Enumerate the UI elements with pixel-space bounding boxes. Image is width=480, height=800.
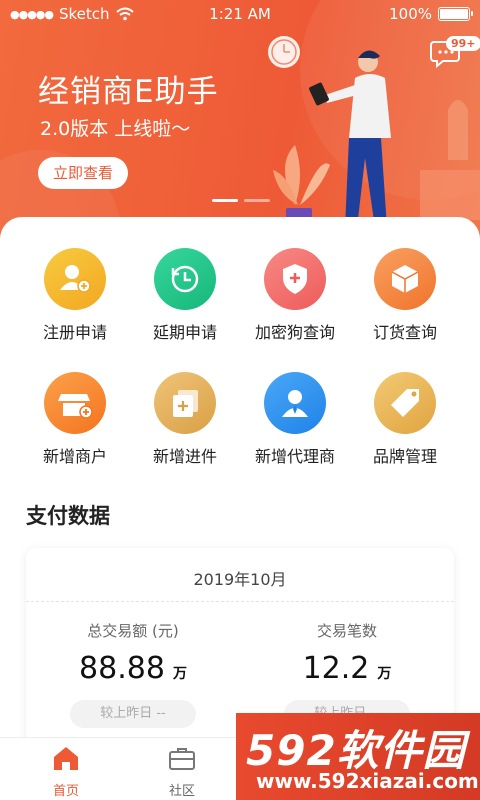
tab-label: 社区 bbox=[168, 784, 195, 799]
payment-date[interactable]: 2019年10月 bbox=[26, 566, 454, 590]
briefcase-icon bbox=[169, 748, 195, 770]
stat-compare: 较上昨日 -- bbox=[70, 700, 196, 728]
stat-unit: 万 bbox=[172, 666, 187, 682]
message-badge: 99+ bbox=[446, 36, 480, 51]
function-order-query[interactable]: 订货查询 bbox=[345, 248, 465, 343]
tab-home[interactable]: 首页 bbox=[6, 744, 126, 799]
function-label: 新增代理商 bbox=[254, 447, 335, 466]
doc-add-icon bbox=[154, 372, 216, 434]
function-add-application[interactable]: 新增进件 bbox=[125, 372, 245, 467]
total-amount-stat: 总交易额 (元) 88.88 万 较上昨日 -- bbox=[26, 620, 240, 728]
count-value: 12.2 bbox=[302, 651, 370, 686]
transaction-count-stat: 交易笔数 12.2万 较上昨日 -- bbox=[240, 620, 454, 728]
function-add-merchant[interactable]: 新增商户 bbox=[15, 372, 135, 467]
function-label: 注册申请 bbox=[42, 323, 107, 342]
carousel-dot[interactable] bbox=[212, 199, 238, 202]
status-bar: ●●●●● Sketch 1:21 AM 100% bbox=[0, 0, 480, 28]
function-register[interactable]: 注册申请 bbox=[15, 248, 135, 343]
watermark-url: www.592xiazai.com bbox=[256, 769, 479, 793]
hero-banner[interactable]: ●●●●● Sketch 1:21 AM 100% 99+ 经销商E助手 2.0… bbox=[0, 0, 480, 240]
watermark-logo: 592软件园 www.592xiazai.com bbox=[236, 713, 480, 800]
function-add-agent[interactable]: 新增代理商 bbox=[235, 372, 355, 467]
tag-icon bbox=[374, 372, 436, 434]
banner-title: 经销商E助手 bbox=[38, 74, 219, 110]
function-label: 订货查询 bbox=[372, 323, 437, 342]
function-label: 品牌管理 bbox=[372, 447, 437, 466]
tab-label: 首页 bbox=[52, 784, 79, 799]
function-brand-management[interactable]: 品牌管理 bbox=[345, 372, 465, 467]
function-dongle-query[interactable]: 加密狗查询 bbox=[235, 248, 355, 343]
shield-plus-icon bbox=[264, 248, 326, 310]
agent-icon bbox=[264, 372, 326, 434]
carousel-indicator[interactable] bbox=[212, 199, 270, 202]
user-add-icon bbox=[44, 248, 106, 310]
divider bbox=[26, 601, 454, 602]
stat-value: 12.2 万 bbox=[240, 651, 454, 686]
home-icon bbox=[54, 747, 78, 770]
clock-renew-icon bbox=[154, 248, 216, 310]
stat-unit: 万 bbox=[377, 666, 392, 682]
battery-icon bbox=[438, 7, 473, 21]
total-value: 88.88 bbox=[79, 651, 165, 686]
tab-community[interactable]: 社区 bbox=[122, 744, 242, 799]
view-now-button[interactable]: 立即查看 bbox=[38, 157, 128, 189]
section-title: 支付数据 bbox=[26, 504, 110, 528]
banner-subtitle: 2.0版本 上线啦～ bbox=[40, 118, 191, 140]
function-label: 新增商户 bbox=[42, 447, 107, 466]
stat-value: 88.88 万 bbox=[26, 651, 240, 686]
stat-label: 总交易额 (元) bbox=[87, 622, 179, 640]
stat-label: 交易笔数 bbox=[316, 622, 377, 640]
store-add-icon bbox=[44, 372, 106, 434]
battery-percent: 100% bbox=[389, 5, 432, 23]
function-extension[interactable]: 延期申请 bbox=[125, 248, 245, 343]
box-icon bbox=[374, 248, 436, 310]
function-label: 新增进件 bbox=[152, 447, 217, 466]
function-label: 延期申请 bbox=[152, 323, 217, 342]
carousel-dot[interactable] bbox=[244, 199, 270, 202]
function-label: 加密狗查询 bbox=[254, 323, 335, 342]
